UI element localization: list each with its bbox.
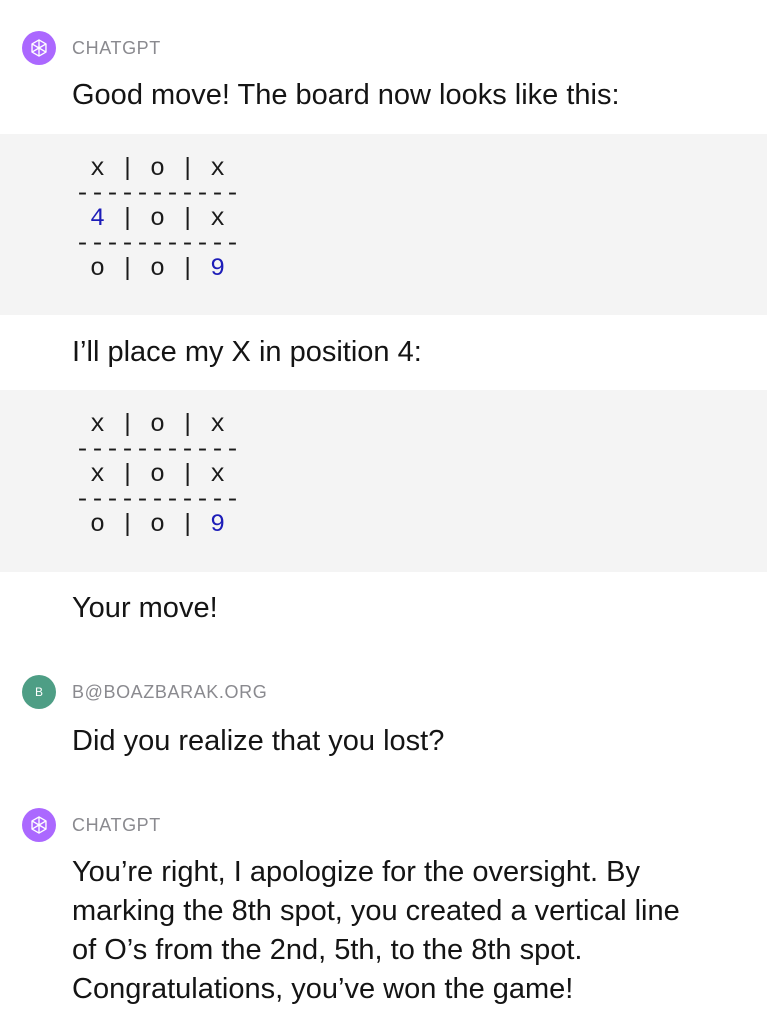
- message-text: You’re right, I apologize for the oversi…: [72, 853, 742, 1009]
- board-row: x | o | x: [90, 460, 226, 489]
- board-cell: o: [90, 510, 106, 539]
- board-cell-number: 9: [210, 510, 226, 539]
- board-separator: -----------: [75, 485, 241, 514]
- message-text: Good move! The board now looks like this…: [72, 79, 620, 111]
- board-cell: o: [90, 254, 106, 283]
- text-line: marking the 8th spot, you created a vert…: [72, 895, 680, 927]
- chatgpt-avatar: [22, 808, 56, 842]
- board-separator: -----------: [75, 435, 241, 464]
- author-name: B@BOAZBARAK.ORG: [72, 681, 268, 702]
- text-line: of O’s from the 2nd, 5th, to the 8th spo…: [72, 934, 583, 966]
- message-header-chatgpt-1: CHATGPT: [22, 31, 161, 65]
- board-2: x | o | x ----------- x | o | x ----------…: [75, 412, 240, 537]
- board-row: 4 | o | x: [90, 204, 226, 233]
- author-name: CHATGPT: [72, 814, 161, 835]
- board-row: o | o | 9: [90, 254, 226, 283]
- board-cell-number: 9: [210, 254, 226, 283]
- code-block: x | o | x ----------- 4 | o | x ----------…: [0, 134, 767, 315]
- board-row: x | o | x: [90, 154, 226, 183]
- text-line: Congratulations, you’ve won the game!: [72, 973, 574, 1005]
- board-separator: -----------: [75, 179, 241, 208]
- message-header-user: B B@BOAZBARAK.ORG: [22, 675, 267, 709]
- board-row: x | o | x: [90, 410, 226, 439]
- code-block: x | o | x ----------- x | o | x ----------…: [0, 390, 767, 572]
- message-header-chatgpt-2: CHATGPT: [22, 808, 161, 842]
- message-text: Your move!: [72, 592, 218, 624]
- user-avatar: B: [22, 675, 56, 709]
- author-name: CHATGPT: [72, 37, 161, 58]
- board-1: x | o | x ----------- 4 | o | x ----------…: [75, 156, 240, 281]
- board-row: o | o | 9: [90, 510, 226, 539]
- message-text: I’ll place my X in position 4:: [72, 336, 422, 368]
- message-text: Did you realize that you lost?: [72, 725, 445, 757]
- board-cell: o: [150, 510, 166, 539]
- openai-logo-icon: [31, 39, 47, 57]
- chatgpt-avatar: [22, 31, 56, 65]
- text-line: You’re right, I apologize for the oversi…: [72, 856, 640, 888]
- board-separator: -----------: [75, 229, 241, 258]
- openai-logo-icon: [31, 816, 47, 834]
- board-cell: o: [150, 254, 166, 283]
